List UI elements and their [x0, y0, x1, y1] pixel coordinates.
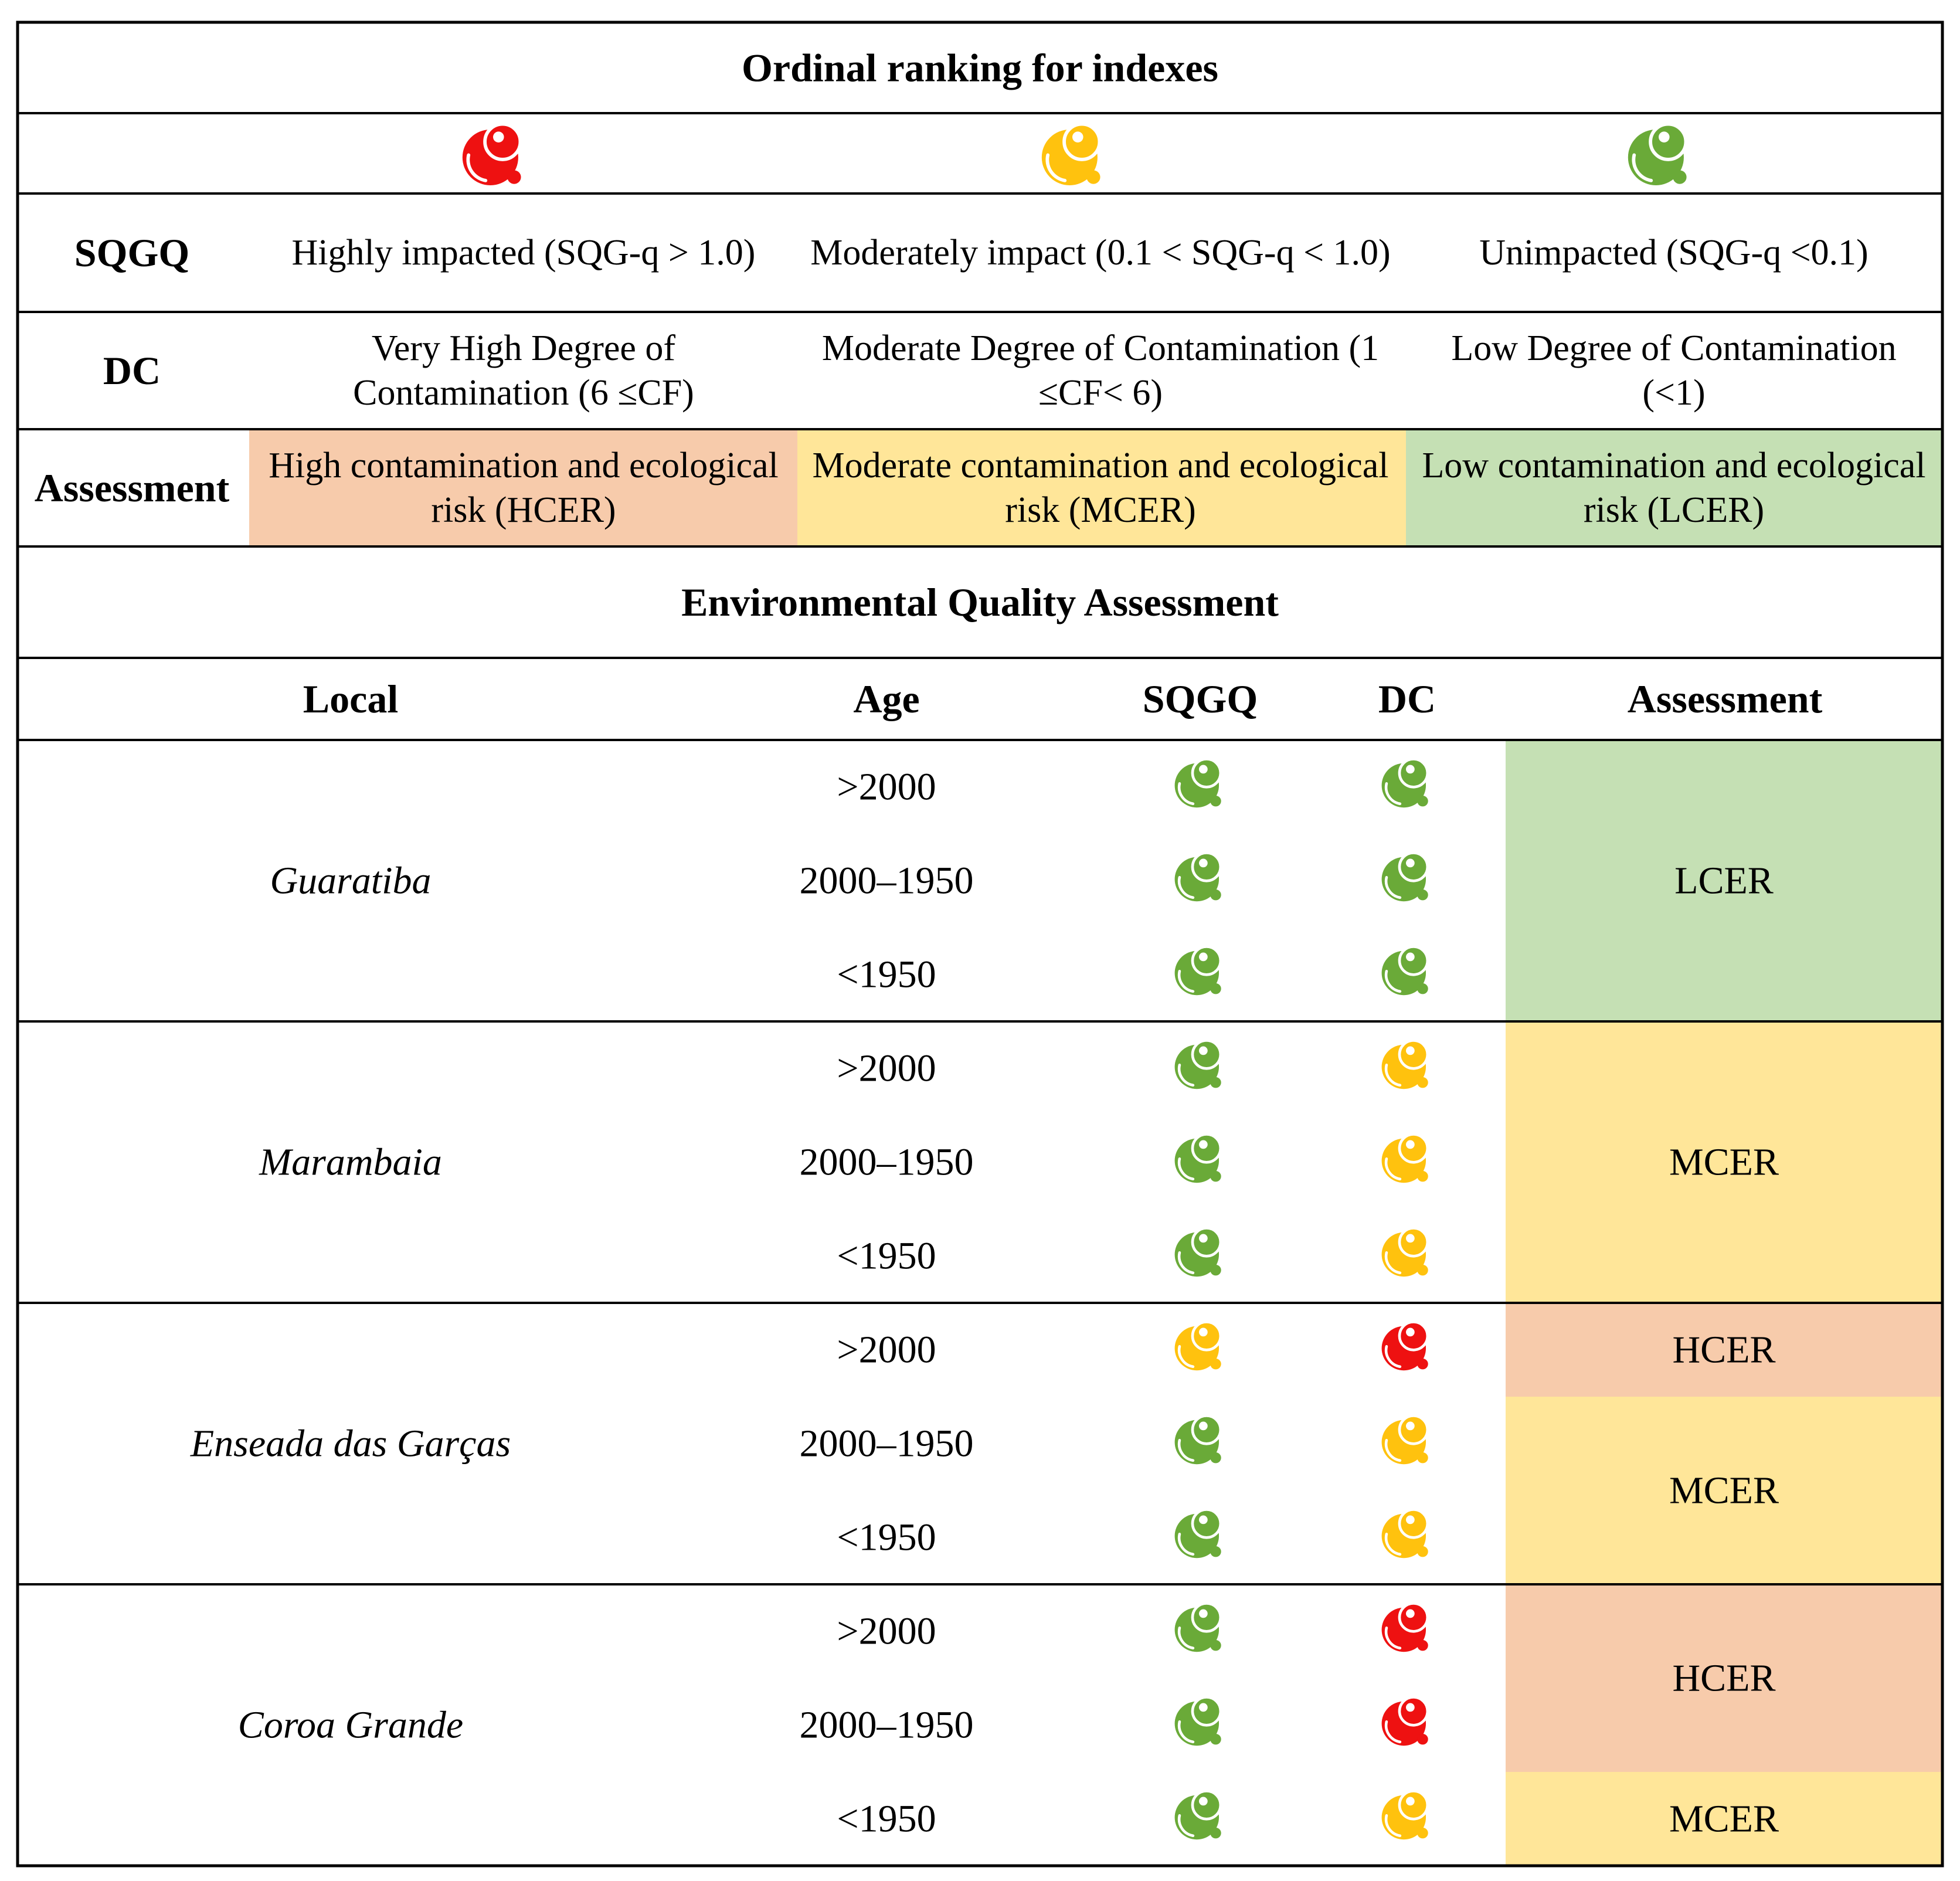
- ranking-cell-text: Low Degree of Contamination: [1451, 328, 1896, 368]
- assessment-code: MCER: [1669, 1469, 1779, 1512]
- ranking-cell-text: Highly impacted (SQG-q > 1.0): [292, 233, 756, 273]
- green-indicator-icon: [1174, 1039, 1222, 1089]
- green-indicator-icon: [1174, 851, 1222, 902]
- yellow-indicator-icon: [1041, 122, 1102, 186]
- ranking-cell-text: Unimpacted (SQG-q <0.1): [1479, 233, 1868, 273]
- eqa-column-header: Assessment: [1628, 677, 1823, 721]
- ranking-cell-text: Moderately impact (0.1 < SQG-q < 1.0): [810, 233, 1390, 273]
- eqa-column-header: DC: [1378, 677, 1436, 721]
- ranking-cell-text: Very High Degree of: [372, 328, 676, 368]
- yellow-indicator-icon: [1381, 1227, 1429, 1277]
- site-name: Coroa Grande: [238, 1704, 463, 1747]
- yellow-indicator-icon: [1381, 1790, 1429, 1840]
- ranking-row-label: DC: [103, 348, 161, 393]
- site-name: Marambaia: [259, 1141, 442, 1184]
- age-label: <1950: [837, 1235, 936, 1278]
- site-name: Enseada das Garças: [190, 1422, 511, 1465]
- ranking-cell-text: Moderate Degree of Contamination (1: [822, 328, 1379, 368]
- assessment-code: HCER: [1672, 1657, 1775, 1700]
- assessment-code: HCER: [1672, 1329, 1775, 1371]
- ranking-cell-text: High contamination and ecological: [269, 446, 778, 485]
- eqa-title: Environmental Quality Assessment: [681, 580, 1279, 624]
- red-indicator-icon: [1381, 1602, 1429, 1652]
- yellow-indicator-icon: [1381, 1039, 1429, 1089]
- age-label: 2000–1950: [800, 1141, 974, 1184]
- age-label: <1950: [837, 1516, 936, 1559]
- ranking-cell-text: Low contamination and ecological: [1422, 446, 1925, 485]
- green-indicator-icon: [1381, 758, 1429, 808]
- green-indicator-icon: [1381, 851, 1429, 902]
- yellow-indicator-icon: [1174, 1320, 1222, 1371]
- ranking-cell-text: Contamination (6 ≤CF): [353, 373, 694, 413]
- age-label: >2000: [837, 766, 936, 809]
- ranking-title: Ordinal ranking for indexes: [742, 46, 1218, 90]
- site-name: Guaratiba: [270, 860, 431, 902]
- ranking-cell-text: Moderate contamination and ecological: [812, 446, 1388, 485]
- green-indicator-icon: [1174, 1696, 1222, 1746]
- ranking-cell-text: risk (HCER): [431, 490, 616, 530]
- eqa-column-header: Local: [303, 677, 398, 721]
- yellow-indicator-icon: [1381, 1414, 1429, 1465]
- green-indicator-icon: [1381, 945, 1429, 996]
- age-label: 2000–1950: [800, 1422, 974, 1465]
- ordinal-ranking-table: Ordinal ranking for indexes SQGQ Highly im…: [16, 21, 1944, 1868]
- green-indicator-icon: [1174, 1133, 1222, 1183]
- green-indicator-icon: [1174, 758, 1222, 808]
- green-indicator-icon: [1628, 122, 1688, 186]
- green-indicator-icon: [1174, 1227, 1222, 1277]
- age-label: >2000: [837, 1329, 936, 1371]
- assessment-code: LCER: [1674, 860, 1774, 902]
- ranking-row-label: Assessment: [35, 466, 230, 510]
- red-indicator-icon: [1381, 1320, 1429, 1371]
- green-indicator-icon: [1174, 1602, 1222, 1652]
- age-label: <1950: [837, 1798, 936, 1841]
- age-label: >2000: [837, 1610, 936, 1653]
- ranking-row-label: SQGQ: [74, 230, 190, 275]
- green-indicator-icon: [1174, 945, 1222, 996]
- age-label: >2000: [837, 1047, 936, 1090]
- eqa-column-header: SQGQ: [1143, 677, 1258, 721]
- red-indicator-icon: [1381, 1696, 1429, 1746]
- ranking-cell-text: risk (MCER): [1005, 490, 1196, 530]
- age-label: 2000–1950: [800, 860, 974, 902]
- eqa-column-header: Age: [853, 677, 919, 721]
- red-indicator-icon: [462, 122, 522, 186]
- age-label: 2000–1950: [800, 1704, 974, 1747]
- assessment-code: MCER: [1669, 1141, 1779, 1184]
- ranking-cell-text: (<1): [1642, 373, 1705, 413]
- yellow-indicator-icon: [1381, 1133, 1429, 1183]
- yellow-indicator-icon: [1381, 1508, 1429, 1559]
- assessment-code: MCER: [1669, 1798, 1779, 1841]
- age-label: <1950: [837, 953, 936, 996]
- green-indicator-icon: [1174, 1414, 1222, 1465]
- ranking-cell-text: risk (LCER): [1584, 490, 1764, 530]
- green-indicator-icon: [1174, 1790, 1222, 1840]
- ranking-cell-text: ≤CF< 6): [1038, 373, 1163, 413]
- green-indicator-icon: [1174, 1508, 1222, 1559]
